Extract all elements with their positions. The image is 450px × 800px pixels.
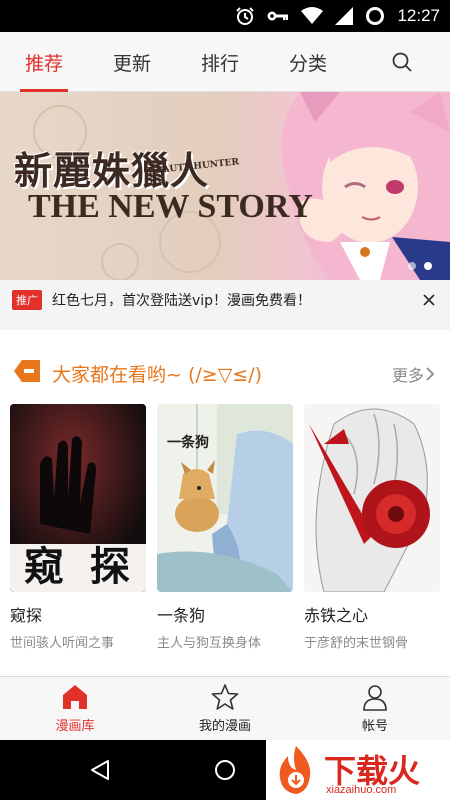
- comic-subtitle: 世间骇人听闻之事: [10, 636, 115, 651]
- close-button[interactable]: [420, 291, 438, 309]
- featured-banner[interactable]: 新麗姝獵人 BEAUTY HUNTER THE NEW STORY: [0, 92, 450, 280]
- comic-title: 窥探: [10, 606, 43, 625]
- circle-home-icon: [215, 760, 235, 780]
- app-screen: 12:27 推荐 更新 排行 分类 新麗姝獵人 BEAUTY HUNTER TH…: [0, 0, 450, 800]
- promo-text[interactable]: 红色七月，首次登陆送vip！漫画免费看！: [52, 290, 311, 310]
- top-tab-bar: 推荐 更新 排行 分类: [0, 32, 450, 92]
- banner-pager: [408, 262, 432, 270]
- comic-subtitle: 于彦舒的末世钢骨: [304, 636, 409, 651]
- chevron-right-icon: [426, 367, 435, 381]
- wifi-icon: [301, 7, 324, 25]
- back-button[interactable]: [88, 758, 112, 786]
- bottom-nav: 漫画库 我的漫画 帐号: [0, 676, 450, 740]
- pager-dot-active[interactable]: [424, 262, 432, 270]
- comic-cover[interactable]: [304, 404, 440, 592]
- nav-library-label: 漫画库: [55, 719, 95, 734]
- promo-bar[interactable]: 推广 红色七月，首次登陆送vip！漫画免费看！: [0, 280, 450, 320]
- banner-subtitle: THE NEW STORY: [28, 188, 313, 225]
- nav-account-label: 帐号: [361, 719, 388, 734]
- comic-title: 赤铁之心: [304, 606, 369, 625]
- tab-updates[interactable]: 更新: [102, 32, 162, 92]
- comic-cover[interactable]: 一条狗: [157, 404, 293, 592]
- battery-icon: [365, 6, 385, 26]
- star-icon: [211, 684, 239, 710]
- section-title: 大家都在看哟~ (/≥▽≤/): [52, 364, 263, 386]
- tab-recommend[interactable]: 推荐: [14, 32, 74, 92]
- cover-title: 一条狗: [167, 435, 209, 451]
- home-button[interactable]: [213, 758, 237, 786]
- comic-cover[interactable]: 窥 探: [10, 404, 146, 592]
- nav-my-comics[interactable]: 我的漫画: [165, 683, 285, 734]
- tab-ranking[interactable]: 排行: [190, 32, 250, 92]
- comic-title: 一条狗: [157, 606, 206, 625]
- signal-icon: [335, 7, 354, 25]
- nav-my-comics-label: 我的漫画: [198, 719, 251, 734]
- clock: 12:27: [397, 6, 440, 25]
- alarm-icon: [235, 6, 255, 26]
- watermark: 下载火 xiazaihuo.com: [266, 740, 450, 800]
- comic-card[interactable]: 一条狗 一条狗 主人与狗互换身体: [157, 404, 293, 651]
- section-header: 大家都在看哟~ (/≥▽≤/) 更多: [0, 354, 450, 390]
- pager-dot[interactable]: [408, 262, 416, 270]
- comic-card[interactable]: 窥 探 窥探 世间骇人听闻之事: [10, 404, 146, 651]
- close-icon: [423, 294, 435, 306]
- search-button[interactable]: [386, 46, 418, 78]
- nav-account[interactable]: 帐号: [315, 683, 435, 734]
- more-label: 更多: [391, 366, 424, 385]
- promo-badge: 推广: [12, 290, 42, 310]
- nav-library[interactable]: 漫画库: [15, 683, 135, 734]
- more-link[interactable]: 更多: [392, 362, 436, 386]
- comic-subtitle: 主人与狗互换身体: [157, 636, 262, 651]
- flame-logo-icon: [279, 746, 311, 794]
- popular-section: 大家都在看哟~ (/≥▽≤/) 更多 窥 探 窥探 世间骇人听闻之事 一条狗 一…: [0, 330, 450, 680]
- cover-title: 窥 探: [24, 543, 136, 590]
- search-icon: [392, 52, 412, 72]
- tag-icon: [12, 358, 42, 388]
- key-icon: [267, 9, 289, 23]
- tab-categories[interactable]: 分类: [278, 32, 338, 92]
- watermark-url: xiazaihuo.com: [326, 784, 397, 796]
- person-icon: [363, 685, 387, 711]
- home-icon: [63, 685, 87, 709]
- status-bar: 12:27: [0, 0, 450, 32]
- comic-card[interactable]: 赤铁之心 于彦舒的末世钢骨: [304, 404, 440, 651]
- back-icon: [91, 760, 109, 780]
